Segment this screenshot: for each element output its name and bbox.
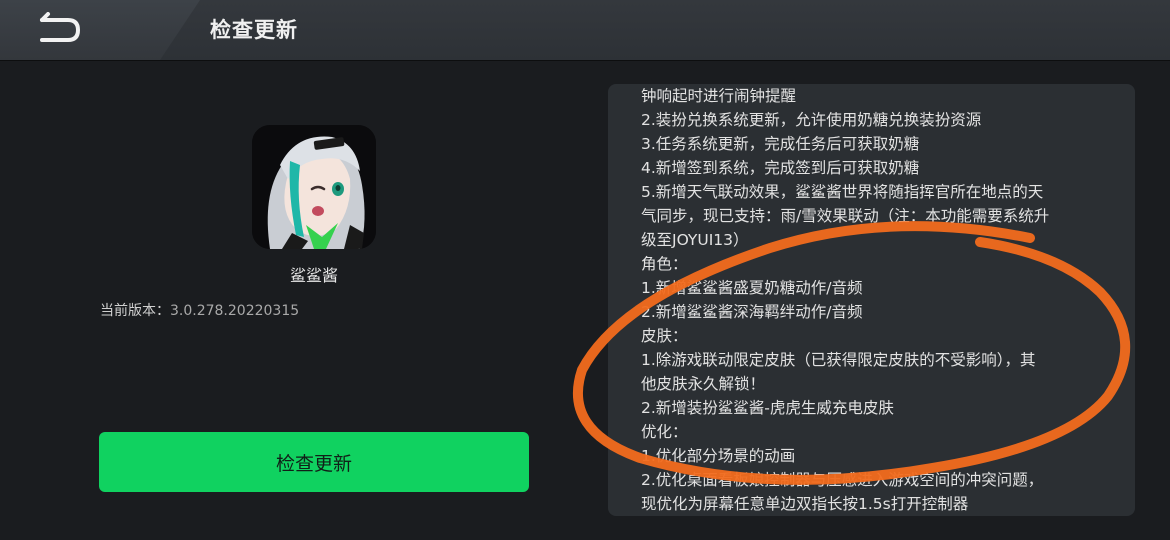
page-title: 检查更新	[210, 18, 298, 42]
changelog-line: 1.优化部分场景的动画	[641, 447, 796, 465]
changelog-line: 1.除游戏联动限定皮肤（已获得限定皮肤的不受影响），其	[641, 351, 1036, 369]
changelog-line: 1.新增鲨鲨酱盛夏奶糖动作/音频	[641, 279, 863, 297]
changelog-line: 2.装扮兑换系统更新，允许使用奶糖兑换装扮资源	[641, 111, 982, 129]
back-button[interactable]	[28, 12, 98, 48]
check-update-button[interactable]: 检查更新	[99, 432, 529, 492]
version-label: 当前版本：	[100, 303, 170, 319]
app-avatar-icon	[252, 125, 376, 249]
changelog-line: 级至JOYUI13）	[641, 231, 749, 249]
header-bar: 检查更新	[0, 0, 1170, 60]
changelog-list: 钟响起时进行闹钟提醒 2.装扮兑换系统更新，允许使用奶糖兑换装扮资源 3.任务系…	[641, 84, 1111, 516]
app-name: 鲨鲨酱	[289, 266, 338, 285]
changelog-line: 3.任务系统更新，完成任务后可获取奶糖	[641, 135, 920, 153]
changelog-line: 气同步，现已支持：雨/雪效果联动（注：本功能需要系统升	[641, 207, 1050, 225]
version-value: 3.0.278.20220315	[170, 303, 300, 319]
app-window: 检查更新 鲨鲨酱 当前版本：3.0.278.20220315 检查更新 钟响起时…	[0, 0, 1170, 540]
changelog-line: 优化：	[641, 423, 688, 441]
changelog-line: 5.新增天气联动效果，鲨鲨酱世界将随指挥官所在地点的天	[641, 183, 1044, 201]
changelog-line: 现优化为屏幕任意单边双指长按1.5s打开控制器	[641, 495, 969, 513]
version-info: 当前版本：3.0.278.20220315	[100, 300, 299, 320]
back-arrow-icon	[40, 12, 80, 42]
changelog-line: 皮肤：	[641, 327, 688, 345]
changelog-line: 2.新增装扮鲨鲨酱-虎虎生威充电皮肤	[641, 399, 894, 417]
changelog-line: 2.新增鲨鲨酱深海羁绊动作/音频	[641, 303, 863, 321]
changelog-line: 钟响起时进行闹钟提醒	[641, 87, 797, 105]
changelog-panel[interactable]: 钟响起时进行闹钟提醒 2.装扮兑换系统更新，允许使用奶糖兑换装扮资源 3.任务系…	[608, 84, 1135, 516]
changelog-line: 他皮肤永久解锁！	[641, 375, 766, 393]
changelog-line: 2.优化桌面看板娘控制器与压感进入游戏空间的冲突问题，	[641, 471, 1044, 489]
changelog-line: 角色：	[641, 255, 688, 273]
changelog-line: 4.新增签到系统，完成签到后可获取奶糖	[641, 159, 920, 177]
